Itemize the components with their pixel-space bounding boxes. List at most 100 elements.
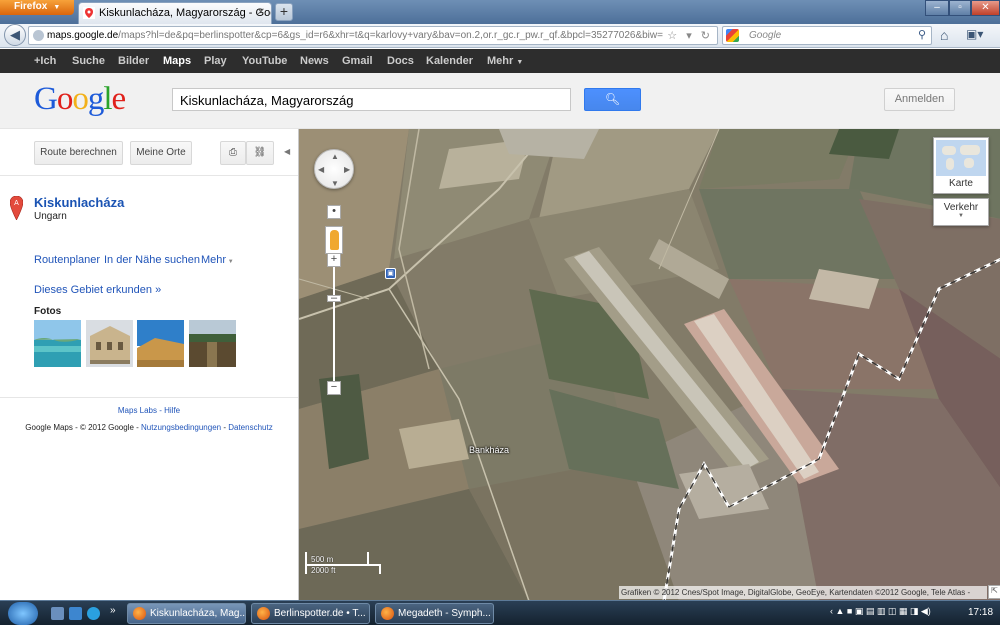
gbar-item-mehr[interactable]: Mehr ▼	[487, 55, 523, 67]
google-logo[interactable]: Google	[34, 81, 126, 118]
bus-stop-icon[interactable]: ▣	[385, 268, 396, 279]
gbar-item-play[interactable]: Play	[204, 55, 227, 67]
windows-taskbar: » Kiskunlacháza, Mag... Berlinspotter.de…	[0, 600, 1000, 625]
close-tab-icon[interactable]: ✕	[257, 7, 265, 18]
search-nearby-link[interactable]: In der Nähe suchen	[104, 254, 200, 266]
route-planner-link[interactable]: Routenplaner	[34, 254, 100, 266]
start-button-icon[interactable]	[8, 602, 38, 625]
address-bar[interactable]: maps.google.de/maps?hl=de&pq=berlinspott…	[28, 26, 718, 45]
pan-up-icon[interactable]: ▲	[331, 152, 339, 161]
more-actions-link[interactable]: Mehr ▼	[201, 254, 234, 266]
footer-copyright: Google Maps - © 2012 Google - Nutzungsbe…	[0, 423, 298, 432]
bookmark-star-icon[interactable]: ☆ ▾ ↻	[663, 29, 713, 42]
chevron-down-icon: ▼	[516, 59, 524, 66]
route-button[interactable]: Route berechnen	[34, 141, 123, 165]
gbar-item-gmail[interactable]: Gmail	[342, 55, 373, 67]
firefox-menu-button[interactable]: Firefox ▼	[0, 0, 74, 15]
minimize-button[interactable]: –	[925, 0, 949, 16]
photos-heading: Fotos	[34, 306, 62, 317]
maps-search-input[interactable]: Kiskunlacháza, Magyarország	[172, 88, 571, 111]
copyright-text: Google Maps - © 2012 Google -	[25, 423, 142, 432]
marker-letter: A	[14, 200, 19, 207]
show-desktop-icon[interactable]	[51, 607, 64, 620]
collapse-panel-icon[interactable]: ◀	[284, 147, 290, 156]
photo-thumbnail-field[interactable]	[137, 320, 184, 367]
pan-down-icon[interactable]: ▼	[331, 179, 339, 188]
zoom-slider-track[interactable]	[333, 267, 335, 387]
print-icon[interactable]: ⎙	[220, 141, 246, 165]
chevron-down-icon: ▼	[226, 259, 234, 265]
more-actions-label: Mehr	[201, 254, 227, 266]
zoom-reset-button[interactable]: •	[327, 205, 341, 219]
more-quicklaunch-icon[interactable]: »	[110, 605, 123, 618]
world-map-icon	[936, 140, 986, 176]
tab-title: Kiskunlacháza, Magyarország - Google ...	[99, 7, 271, 19]
map-type-button[interactable]: Karte	[933, 137, 989, 194]
expand-corner-icon[interactable]: ⇱	[988, 585, 1000, 599]
gbar-item-youtube[interactable]: YouTube	[242, 55, 287, 67]
privacy-link[interactable]: Datenschutz	[228, 423, 272, 432]
pan-left-icon[interactable]: ◀	[318, 165, 324, 174]
screen: Firefox ▼ Kiskunlacháza, Magyarország - G…	[0, 0, 1000, 625]
browser-titlebar: Firefox ▼ Kiskunlacháza, Magyarország - G…	[0, 0, 1000, 24]
chevron-down-icon: ▼	[958, 213, 964, 219]
place-name-link[interactable]: Kiskunlacháza	[34, 195, 124, 210]
footer-links[interactable]: Maps Labs - Hilfe	[0, 406, 298, 415]
map-attribution: Grafiken © 2012 Cnes/Spot Image, Digital…	[619, 586, 987, 599]
zoom-out-button[interactable]: −	[327, 381, 341, 395]
photo-thumbnail-lake[interactable]	[34, 320, 81, 367]
my-places-button[interactable]: Meine Orte	[130, 141, 192, 165]
system-tray-icons[interactable]: ‹ ▲ ■ ▣ ▤ ▥ ◫ ▦ ◨ ◀)	[830, 606, 931, 617]
link-icon[interactable]: ⛓	[246, 141, 274, 165]
url-domain: maps.google.de	[47, 30, 119, 41]
explorer-icon[interactable]	[69, 607, 82, 620]
pan-control[interactable]: ▲ ▼ ◀ ▶	[314, 149, 354, 189]
search-placeholder: Google	[749, 30, 782, 41]
menu-icon[interactable]: ▣▾	[966, 27, 983, 41]
gbar-item-suche[interactable]: Suche	[72, 55, 105, 67]
taskbar-item-megadeth[interactable]: Megadeth - Symph...	[375, 603, 494, 624]
traffic-layer-button[interactable]: Verkehr ▼	[933, 198, 989, 226]
scale-metric: 500 m	[311, 555, 334, 564]
scale-bar: 500 m 2000 ft	[305, 552, 383, 575]
photo-thumbnail-building[interactable]	[86, 320, 133, 367]
firefox-icon	[381, 607, 394, 620]
new-tab-button[interactable]: +	[275, 3, 293, 21]
browser-search-box[interactable]: Google ⚲	[722, 26, 932, 45]
satellite-map[interactable]: ▲ ▼ ◀ ▶ • + – − Karte Verkehr ▼ ▣ Bankhá…	[298, 129, 1000, 601]
taskbar-item-maps[interactable]: Kiskunlacháza, Mag...	[127, 603, 246, 624]
maps-search-button[interactable]: 🔍︎	[584, 88, 641, 111]
taskbar-item-berlinspotter[interactable]: Berlinspotter.de • T...	[251, 603, 370, 624]
navigation-toolbar: ◀ maps.google.de/maps?hl=de&pq=berlinspo…	[0, 24, 1000, 48]
taskbar-clock[interactable]: 17:18	[968, 607, 993, 618]
home-icon[interactable]: ⌂	[940, 27, 948, 43]
terms-link[interactable]: Nutzungsbedingungen	[141, 423, 221, 432]
gbar-item-bilder[interactable]: Bilder	[118, 55, 149, 67]
gbar-item-news[interactable]: News	[300, 55, 329, 67]
gbar-item-maps[interactable]: Maps	[163, 55, 191, 67]
marker-a-icon[interactable]: A	[10, 196, 23, 220]
url-path: /maps?hl=de&pq=berlinspotter&cp=6&gs_id=…	[118, 30, 698, 41]
sign-in-button[interactable]: Anmelden	[884, 88, 955, 111]
gbar-item-ich[interactable]: +Ich	[34, 55, 56, 67]
firefox-icon	[257, 607, 270, 620]
pan-right-icon[interactable]: ▶	[344, 165, 350, 174]
taskbar-item-label: Berlinspotter.de • T...	[274, 608, 366, 619]
search-icon[interactable]: ⚲	[918, 28, 926, 41]
browser-tab-active[interactable]: Kiskunlacháza, Magyarország - Google ...…	[78, 2, 272, 24]
back-button[interactable]: ◀	[4, 24, 26, 46]
gbar-item-kalender[interactable]: Kalender	[426, 55, 473, 67]
explore-area-link[interactable]: Dieses Gebiet erkunden »	[34, 284, 161, 296]
gbar-item-docs[interactable]: Docs	[387, 55, 414, 67]
zoom-slider-handle[interactable]: –	[327, 293, 341, 304]
street-view-pegman-icon[interactable]	[325, 226, 343, 254]
chevron-down-icon: ▼	[53, 4, 61, 11]
internet-explorer-icon[interactable]	[87, 607, 100, 620]
close-window-button[interactable]: ✕	[971, 0, 1000, 16]
maximize-button[interactable]: ▫	[949, 0, 971, 16]
google-engine-icon[interactable]	[726, 29, 739, 42]
globe-icon	[33, 30, 44, 41]
zoom-in-button[interactable]: +	[327, 253, 341, 267]
photo-thumbnail-landscape[interactable]	[189, 320, 236, 367]
firefox-menu-label: Firefox	[14, 1, 48, 12]
